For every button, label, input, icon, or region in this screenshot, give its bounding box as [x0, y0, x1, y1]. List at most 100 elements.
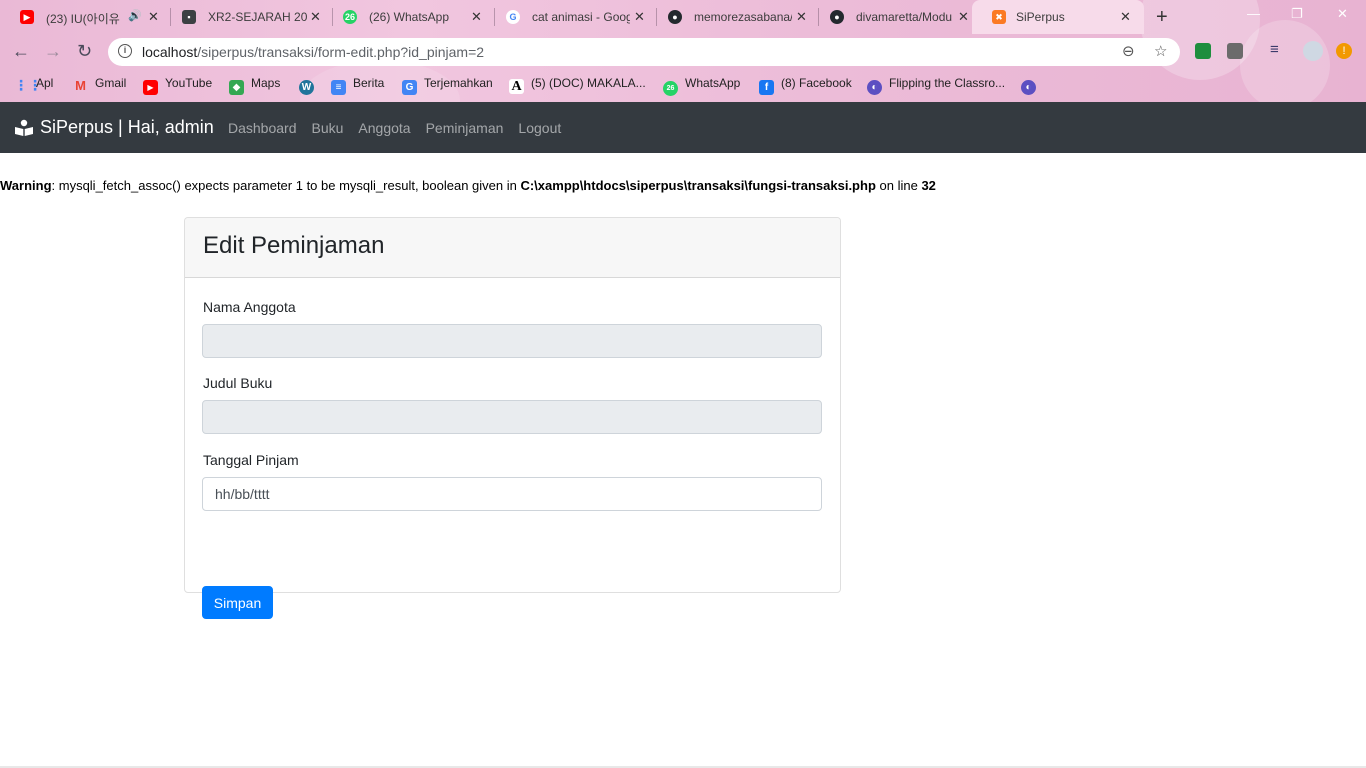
- speaker-icon[interactable]: 🔊: [128, 9, 142, 22]
- bookmark-apps[interactable]: ⋮⋮Apl: [14, 76, 53, 93]
- translate-icon: G: [402, 80, 417, 95]
- classroom-icon: ▪: [182, 10, 196, 24]
- globe-icon: ◐: [867, 80, 882, 95]
- profile-avatar[interactable]: [1303, 41, 1323, 61]
- academia-icon: A: [509, 79, 524, 94]
- youtube-icon: ▶: [20, 10, 34, 24]
- browser-chrome: ▶ (23) IU(아이유 🔊 ✕ ▪ XR2-SEJARAH 201 ✕ 26…: [0, 0, 1366, 102]
- url-text[interactable]: localhost/siperpus/transaksi/form-edit.p…: [142, 44, 484, 60]
- bookmark-academia[interactable]: A (5) (DOC) MAKALA...: [509, 76, 646, 94]
- bookmark-gmail[interactable]: M Gmail: [73, 76, 126, 93]
- maximize-icon[interactable]: ❐: [1291, 6, 1303, 22]
- media-control-icon[interactable]: ≡: [1270, 41, 1286, 58]
- card-header: Edit Peminjaman: [185, 218, 840, 278]
- tab-strip: ▶ (23) IU(아이유 🔊 ✕ ▪ XR2-SEJARAH 201 ✕ 26…: [0, 0, 1366, 34]
- back-icon[interactable]: ←: [12, 41, 30, 62]
- close-icon[interactable]: ✕: [148, 9, 159, 25]
- apps-grid-icon: ⋮⋮: [14, 77, 42, 93]
- zoom-icon[interactable]: ⊖: [1122, 42, 1135, 60]
- wordpress-icon: W: [299, 80, 314, 95]
- close-icon[interactable]: ✕: [310, 9, 321, 25]
- github-icon: ●: [668, 10, 682, 24]
- browser-tab[interactable]: ▪ XR2-SEJARAH 201 ✕: [162, 0, 332, 34]
- warning-line-number: 32: [921, 178, 936, 193]
- bookmark-terjemahkan[interactable]: G Terjemahkan: [402, 76, 493, 95]
- close-icon[interactable]: ✕: [634, 9, 645, 25]
- warning-message: : mysqli_fetch_assoc() expects parameter…: [51, 178, 521, 193]
- reload-icon[interactable]: ↻: [77, 41, 92, 62]
- bookmark-youtube[interactable]: ▶ YouTube: [143, 76, 212, 95]
- whatsapp-icon: 26: [663, 81, 678, 96]
- address-bar[interactable]: i localhost/siperpus/transaksi/form-edit…: [108, 38, 1180, 66]
- info-icon[interactable]: i: [118, 44, 132, 58]
- browser-tab[interactable]: ▶ (23) IU(아이유 🔊 ✕: [0, 0, 170, 34]
- gmail-icon: M: [75, 78, 86, 93]
- nama-anggota-field[interactable]: [202, 324, 822, 358]
- forward-icon[interactable]: →: [44, 41, 62, 62]
- tab-title: divamaretta/Modu: [856, 10, 953, 24]
- tab-title: XR2-SEJARAH 201: [208, 10, 308, 24]
- tanggal-pinjam-date-input[interactable]: [202, 477, 822, 511]
- browser-tab[interactable]: ● memorezasabana/ ✕: [648, 0, 818, 34]
- window-close-icon[interactable]: ✕: [1337, 6, 1348, 22]
- close-icon[interactable]: ✕: [958, 9, 969, 25]
- nama-anggota-label: Nama Anggota: [203, 299, 296, 315]
- minimize-icon[interactable]: —: [1247, 6, 1260, 21]
- tab-title: (26) WhatsApp: [369, 10, 450, 24]
- bookmark-star-icon[interactable]: ☆: [1154, 42, 1167, 60]
- youtube-icon: ▶: [143, 80, 158, 95]
- brand-text: SiPerpus | Hai, admin: [40, 117, 214, 137]
- judul-buku-field[interactable]: [202, 400, 822, 434]
- whatsapp-icon: 26: [343, 10, 357, 24]
- php-warning: Warning: mysqli_fetch_assoc() expects pa…: [0, 178, 936, 193]
- browser-tab[interactable]: 26 (26) WhatsApp ✕: [323, 0, 493, 34]
- news-icon: ≡: [331, 80, 346, 95]
- facebook-icon: f: [759, 80, 774, 95]
- app-navbar: SiPerpus | Hai, admin Dashboard Buku Ang…: [0, 102, 1366, 153]
- xampp-icon: ✖: [992, 10, 1006, 24]
- bookmark-flipping-classroom[interactable]: ◐ Flipping the Classro...: [867, 76, 1005, 95]
- simpan-button[interactable]: Simpan: [202, 586, 273, 619]
- navbar-links: Dashboard Buku Anggota Peminjaman Logout: [228, 120, 576, 136]
- tab-title: SiPerpus: [1016, 10, 1065, 24]
- tab-title: cat animasi - Goog: [532, 10, 630, 24]
- github-icon: ●: [830, 10, 844, 24]
- maps-icon: ◆: [229, 80, 244, 95]
- bookmark-maps[interactable]: ◆ Maps: [229, 76, 280, 95]
- browser-tab-active[interactable]: ✖ SiPerpus ✕: [972, 0, 1144, 34]
- bookmark-berita[interactable]: ≡ Berita: [331, 76, 384, 95]
- page-title: Edit Peminjaman: [203, 232, 385, 259]
- reader-icon: [14, 119, 34, 137]
- nav-link-dashboard[interactable]: Dashboard: [228, 120, 297, 136]
- close-icon[interactable]: ✕: [1120, 9, 1131, 25]
- google-icon: G: [506, 10, 520, 24]
- browser-toolbar: ← → ↻ i localhost/siperpus/transaksi/for…: [0, 34, 1366, 70]
- judul-buku-label: Judul Buku: [203, 375, 273, 391]
- warning-on-line: on line: [875, 178, 922, 193]
- navbar-brand[interactable]: SiPerpus | Hai, admin: [14, 117, 214, 138]
- bookmarks-bar: ⋮⋮Apl M Gmail ▶ YouTube ◆ Maps W ≡ Berita GT…: [0, 70, 1366, 98]
- globe-icon: ◐: [1021, 80, 1036, 95]
- tab-title: memorezasabana/: [694, 10, 792, 24]
- bookmark-facebook[interactable]: f (8) Facebook: [759, 76, 852, 95]
- warning-label: Warning: [0, 178, 52, 193]
- nav-link-logout[interactable]: Logout: [518, 120, 561, 136]
- new-tab-icon[interactable]: +: [1156, 6, 1168, 29]
- tanggal-pinjam-label: Tanggal Pinjam: [203, 452, 299, 468]
- bookmark-whatsapp[interactable]: 26 WhatsApp: [663, 76, 740, 96]
- browser-tab[interactable]: ● divamaretta/Modu ✕: [810, 0, 980, 34]
- close-icon[interactable]: ✕: [796, 9, 807, 25]
- bookmark-globe[interactable]: ◐: [1021, 76, 1043, 95]
- browser-tab[interactable]: G cat animasi - Goog ✕: [486, 0, 656, 34]
- close-icon[interactable]: ✕: [471, 9, 482, 25]
- classroom-extension-icon[interactable]: [1195, 43, 1211, 59]
- update-alert-icon[interactable]: !: [1336, 43, 1352, 59]
- tab-title: (23) IU(아이유: [46, 12, 120, 26]
- nav-link-peminjaman[interactable]: Peminjaman: [426, 120, 504, 136]
- download-extension-icon[interactable]: [1227, 43, 1243, 59]
- bookmark-wordpress[interactable]: W: [299, 76, 321, 95]
- nav-link-buku[interactable]: Buku: [312, 120, 344, 136]
- nav-link-anggota[interactable]: Anggota: [358, 120, 410, 136]
- warning-file: C:\xampp\htdocs\siperpus\transaksi\fungs…: [520, 178, 876, 193]
- edit-form-card: Edit Peminjaman Nama Anggota Judul Buku …: [184, 217, 841, 619]
